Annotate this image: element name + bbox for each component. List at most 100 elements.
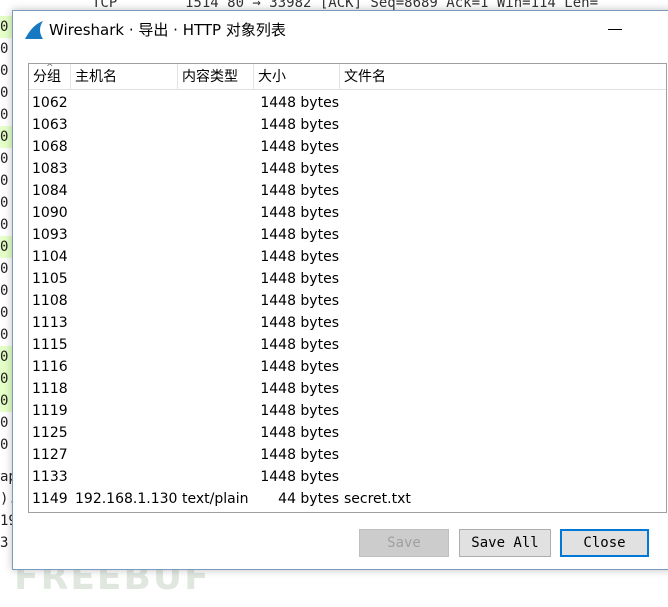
close-button[interactable]: Close <box>560 529 649 557</box>
cell-content-type <box>182 466 256 488</box>
cell-content-type <box>182 92 256 114</box>
cell-packet: 1105 <box>32 271 68 287</box>
cell-hostname <box>75 136 180 158</box>
table-row[interactable]: 1116 1448 bytes <box>29 356 666 378</box>
column-header-packet[interactable]: ^ 分组 <box>29 64 71 90</box>
wireshark-fin-icon <box>23 20 45 40</box>
table-row[interactable]: 1125 1448 bytes <box>29 422 666 444</box>
cell-hostname <box>75 268 180 290</box>
export-http-objects-dialog: Wireshark · 导出 · HTTP 对象列表 ^ 分组 主机名 内容类型… <box>12 10 668 570</box>
table-row[interactable]: 1104 1448 bytes <box>29 246 666 268</box>
cell-packet: 1116 <box>32 359 68 375</box>
cell-hostname <box>75 466 180 488</box>
cell-size: 1448 bytes <box>260 249 339 265</box>
cell-content-type <box>182 378 256 400</box>
cell-packet: 1104 <box>32 249 68 265</box>
cell-packet: 1118 <box>32 381 68 397</box>
cell-packet: 1149 <box>32 491 68 507</box>
minimize-icon[interactable] <box>608 29 622 30</box>
table-row[interactable]: 1068 1448 bytes <box>29 136 666 158</box>
cell-size: 1448 bytes <box>260 161 339 177</box>
cell-packet: 1090 <box>32 205 68 221</box>
table-row[interactable]: 1093 1448 bytes <box>29 224 666 246</box>
cell-packet: 1133 <box>32 469 68 485</box>
table-row[interactable]: 1115 1448 bytes <box>29 334 666 356</box>
cell-packet: 1113 <box>32 315 68 331</box>
cell-filename <box>344 378 544 400</box>
table-row[interactable]: 1118 1448 bytes <box>29 378 666 400</box>
cell-content-type <box>182 268 256 290</box>
cell-hostname <box>75 422 180 444</box>
packet-protocol: TCP <box>92 0 118 11</box>
cell-size: 1448 bytes <box>260 139 339 155</box>
cell-filename <box>344 246 544 268</box>
cell-packet: 1063 <box>32 117 68 133</box>
cell-content-type <box>182 202 256 224</box>
table-row[interactable]: 1105 1448 bytes <box>29 268 666 290</box>
cell-filename <box>344 268 544 290</box>
cell-size: 1448 bytes <box>260 403 339 419</box>
cell-hostname <box>75 180 180 202</box>
cell-size: 1448 bytes <box>260 293 339 309</box>
cell-content-type <box>182 180 256 202</box>
cell-size: 1448 bytes <box>260 271 339 287</box>
column-header-filename[interactable]: 文件名 <box>340 64 666 90</box>
column-header-hostname[interactable]: 主机名 <box>71 64 178 90</box>
table-row[interactable]: 1108 1448 bytes <box>29 290 666 312</box>
cell-hostname <box>75 246 180 268</box>
cell-content-type <box>182 246 256 268</box>
cell-size: 44 bytes <box>278 491 339 507</box>
table-row[interactable]: 1127 1448 bytes <box>29 444 666 466</box>
cell-filename <box>344 312 544 334</box>
http-objects-table[interactable]: ^ 分组 主机名 内容类型 大小 文件名 1062 1448 bytes 1063 1… <box>28 63 667 513</box>
table-row[interactable]: 1090 1448 bytes <box>29 202 666 224</box>
cell-filename <box>344 290 544 312</box>
sort-ascending-icon: ^ <box>46 63 54 73</box>
cell-filename <box>344 444 544 466</box>
table-row[interactable]: 1149 192.168.1.130 text/plain 44 bytes secre… <box>29 488 666 510</box>
cell-size: 1448 bytes <box>260 425 339 441</box>
title-bar: Wireshark · 导出 · HTTP 对象列表 <box>13 11 668 49</box>
table-row[interactable]: 1133 1448 bytes <box>29 466 666 488</box>
cell-size: 1448 bytes <box>260 95 339 111</box>
column-header-size[interactable]: 大小 <box>254 64 340 90</box>
cell-hostname: 192.168.1.130 <box>75 491 178 507</box>
cell-filename <box>344 180 544 202</box>
table-header: ^ 分组 主机名 内容类型 大小 文件名 <box>29 64 666 90</box>
table-row[interactable]: 1113 1448 bytes <box>29 312 666 334</box>
cell-packet: 1062 <box>32 95 68 111</box>
table-row[interactable]: 1063 1448 bytes <box>29 114 666 136</box>
cell-hostname <box>75 312 180 334</box>
cell-hostname <box>75 224 180 246</box>
cell-packet: 1068 <box>32 139 68 155</box>
table-row[interactable]: 1119 1448 bytes <box>29 400 666 422</box>
cell-content-type <box>182 400 256 422</box>
cell-filename <box>344 466 544 488</box>
table-body: 1062 1448 bytes 1063 1448 bytes 1068 1448 byt… <box>29 92 666 510</box>
cell-filename <box>344 92 544 114</box>
cell-filename <box>344 202 544 224</box>
cell-packet: 1084 <box>32 183 68 199</box>
cell-hostname <box>75 334 180 356</box>
dialog-title: Wireshark · 导出 · HTTP 对象列表 <box>49 21 286 39</box>
cell-hostname <box>75 114 180 136</box>
table-row[interactable]: 1062 1448 bytes <box>29 92 666 114</box>
cell-content-type <box>182 290 256 312</box>
cell-hostname <box>75 202 180 224</box>
cell-hostname <box>75 378 180 400</box>
save-all-button[interactable]: Save All <box>459 529 551 557</box>
cell-filename: secret.txt <box>344 491 411 507</box>
cell-packet: 1093 <box>32 227 68 243</box>
save-button[interactable]: Save <box>359 529 449 557</box>
cell-hostname <box>75 158 180 180</box>
cell-size: 1448 bytes <box>260 359 339 375</box>
cell-hostname <box>75 290 180 312</box>
cell-hostname <box>75 356 180 378</box>
cell-size: 1448 bytes <box>260 447 339 463</box>
cell-hostname <box>75 444 180 466</box>
cell-size: 1448 bytes <box>260 183 339 199</box>
cell-packet: 1108 <box>32 293 68 309</box>
column-header-content-type[interactable]: 内容类型 <box>178 64 254 90</box>
table-row[interactable]: 1083 1448 bytes <box>29 158 666 180</box>
table-row[interactable]: 1084 1448 bytes <box>29 180 666 202</box>
